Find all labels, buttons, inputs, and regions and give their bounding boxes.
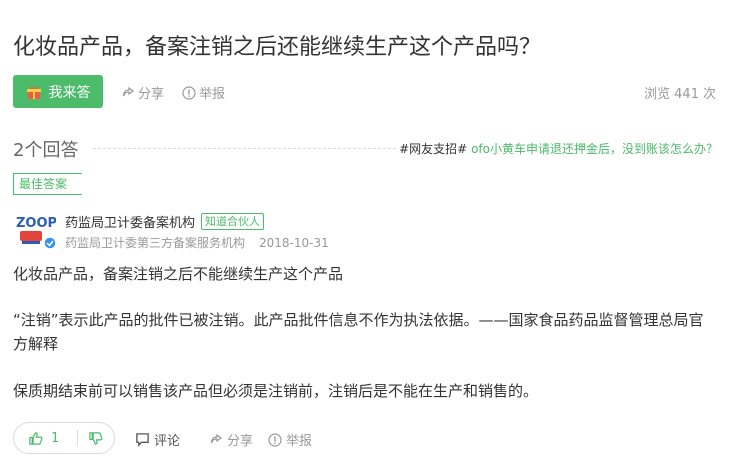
answer-paragraph: “注销”表示此产品的批件已被注销。此产品批件信息不作为执法依据。——国家食品药品…	[13, 311, 704, 353]
like-button[interactable]: 1	[14, 431, 59, 446]
share-label: 分享	[138, 87, 165, 102]
vote-separator	[77, 430, 79, 446]
divider	[93, 148, 396, 149]
thumbs-up-icon	[29, 431, 43, 445]
answer-date: 2018-10-31	[259, 236, 329, 250]
page-title: 化妆品产品，备案注销之后还能继续生产这个产品吗？	[13, 35, 542, 60]
hot-topic[interactable]: #网友支招# ofo小黄车申请退还押金后，没到账该怎么办？	[399, 140, 718, 157]
view-count: 浏览 441 次	[642, 83, 718, 102]
author-description: 药监局卫计委第三方备案服务机构	[65, 236, 246, 250]
views-label: 浏览	[644, 87, 671, 102]
views-number: 441	[674, 87, 699, 102]
share-icon	[210, 433, 222, 443]
comment-icon	[136, 433, 149, 447]
thumbs-down-icon	[89, 431, 103, 445]
like-count: 1	[51, 430, 60, 446]
views-unit: 次	[702, 87, 716, 102]
answer-button-label: 我来答	[48, 84, 91, 101]
alert-icon	[182, 85, 196, 100]
partner-badge[interactable]: 知道合伙人	[201, 213, 265, 230]
answer-paragraph: 保质期结束前可以销售该产品但必须是注销前，注销后是不能在生产和销售的。	[13, 382, 539, 400]
share-button[interactable]: 分享	[121, 83, 164, 102]
hot-link[interactable]: ofo小黄车申请退还押金后，没到账该怎么办？	[471, 142, 718, 156]
avatar[interactable]: ZOOP	[14, 212, 57, 250]
author-row: 药监局卫计委备案机构 知道合伙人	[65, 212, 265, 231]
answer-count: 2个回答	[13, 140, 79, 161]
alert-icon	[268, 432, 282, 447]
comment-label: 评论	[154, 434, 181, 449]
comment-button[interactable]: 评论	[135, 430, 180, 449]
avatar-logo-text: ZOOP	[16, 216, 56, 231]
hot-tag[interactable]: #网友支招#	[399, 142, 467, 156]
answer-paragraph: 化妆品产品，备案注销之后不能继续生产这个产品	[13, 265, 344, 283]
dislike-button[interactable]	[88, 431, 103, 446]
vote-box: 1	[13, 422, 115, 454]
answer-button[interactable]: 我来答	[13, 75, 103, 108]
best-answer-badge: 最佳答案	[13, 173, 83, 195]
report-button[interactable]: 举报	[182, 83, 225, 102]
answer-share-label: 分享	[227, 434, 254, 449]
answer-report-label: 举报	[286, 434, 313, 449]
share-icon	[122, 86, 134, 96]
report-label: 举报	[199, 87, 226, 102]
author-meta: 药监局卫计委第三方备案服务机构 2018-10-31	[65, 234, 329, 251]
answer-share-button[interactable]: 分享	[209, 430, 253, 449]
answer-report-button[interactable]: 举报	[268, 430, 312, 449]
author-name[interactable]: 药监局卫计委备案机构	[65, 212, 195, 231]
gift-icon	[26, 86, 41, 99]
